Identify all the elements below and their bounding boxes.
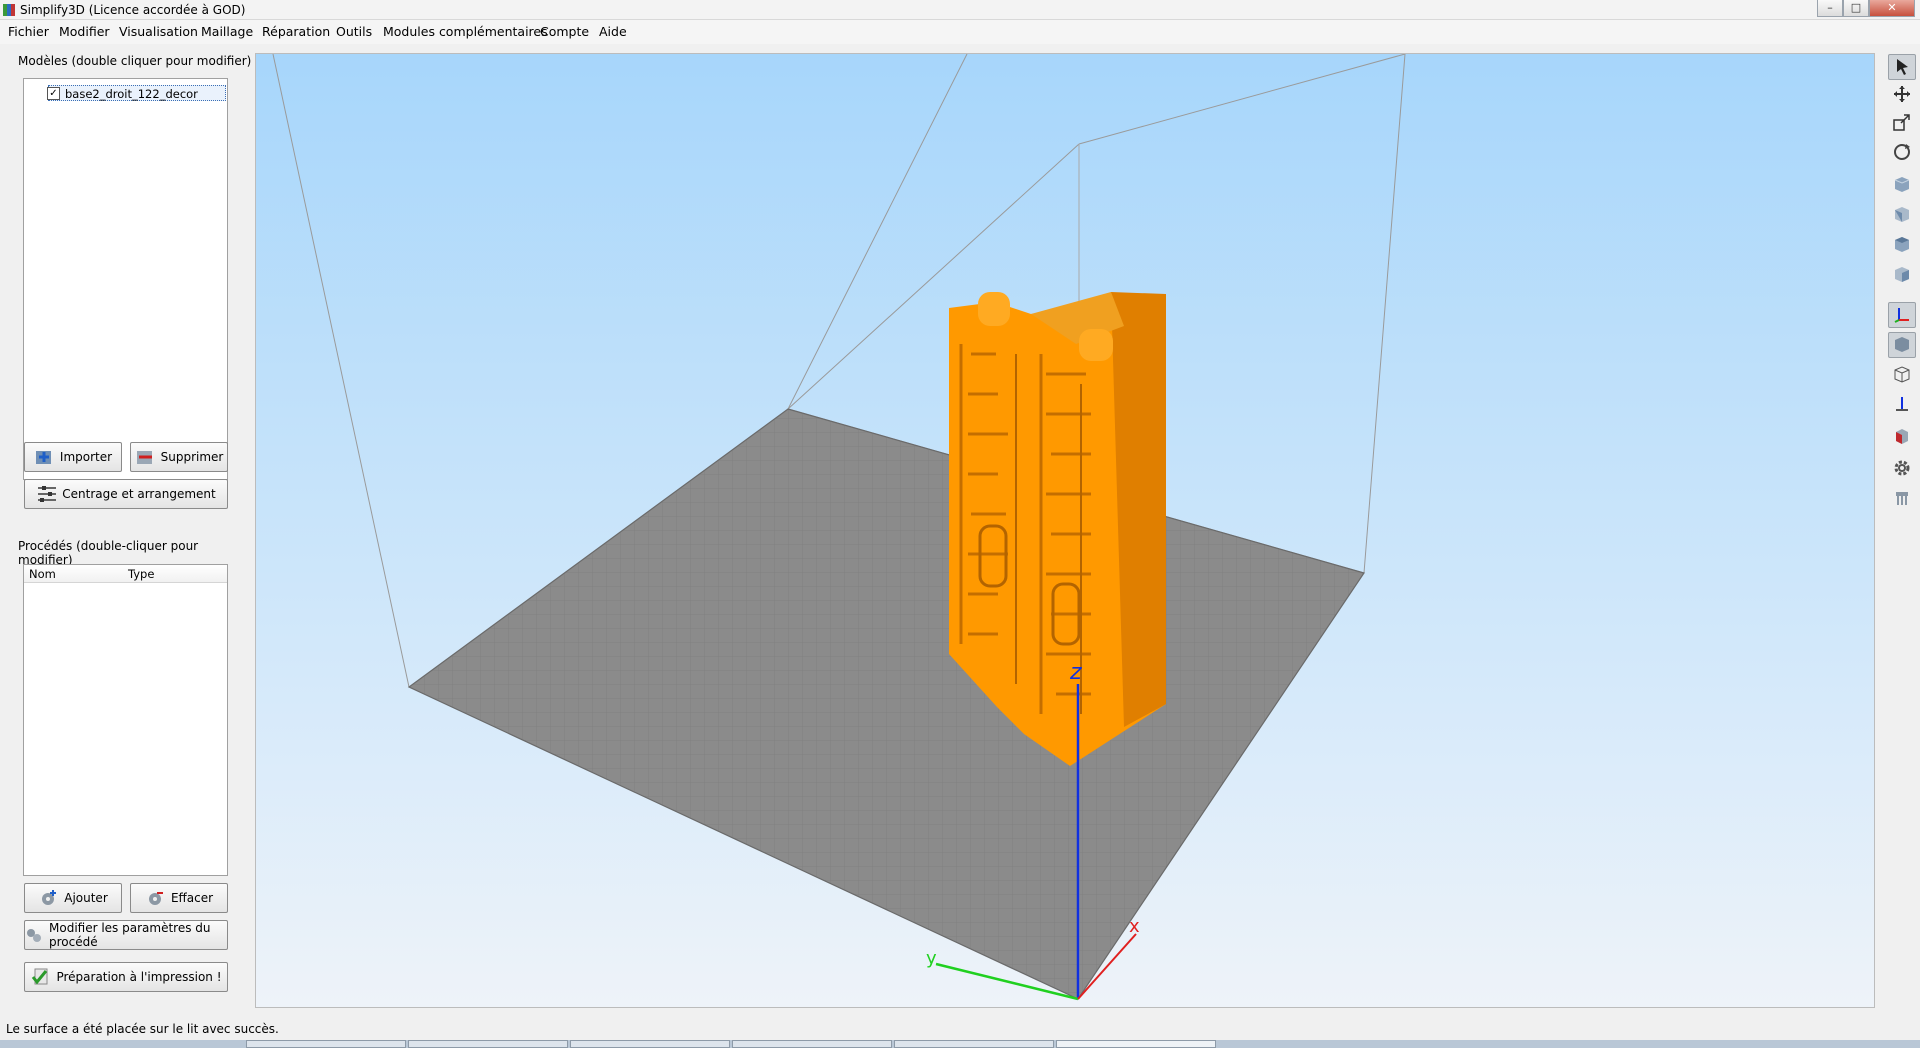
- import-button[interactable]: Importer: [24, 442, 122, 472]
- view-top-button[interactable]: [1888, 232, 1916, 258]
- menu-reparation[interactable]: Réparation: [262, 24, 330, 40]
- delete-label: Supprimer: [160, 450, 224, 464]
- column-type[interactable]: Type: [128, 567, 154, 581]
- edit-process-button[interactable]: Modifier les paramètres du procédé: [24, 920, 228, 950]
- solid-view-icon: [1893, 335, 1911, 356]
- right-toolbar: [1882, 48, 1920, 1008]
- processes-list[interactable]: Nom Type: [23, 564, 228, 876]
- menu-visualisation[interactable]: Visualisation: [119, 24, 198, 40]
- left-panel: Modèles (double cliquer pour modifier) ✓…: [0, 44, 254, 1006]
- move-icon: [1893, 85, 1911, 106]
- taskbar-button[interactable]: [732, 1040, 892, 1048]
- model-item[interactable]: ✓ base2_droit_122_decor: [47, 85, 226, 101]
- taskbar-button[interactable]: [246, 1040, 406, 1048]
- center-arrange-button[interactable]: Centrage et arrangement: [24, 479, 228, 509]
- delete-icon: [135, 447, 155, 467]
- import-label: Importer: [59, 450, 113, 464]
- processes-header: Nom Type: [24, 565, 227, 583]
- menu-modifier[interactable]: Modifier: [59, 24, 110, 40]
- settings-icon: [1892, 458, 1912, 481]
- scale-tool[interactable]: [1888, 110, 1916, 136]
- view-iso-icon: [1893, 175, 1911, 196]
- window-title: Simplify3D (Licence accordée à GOD): [20, 3, 246, 17]
- menu-fichier[interactable]: Fichier: [8, 24, 49, 40]
- menu-aide[interactable]: Aide: [599, 24, 627, 40]
- wireframe-view-toggle[interactable]: [1888, 362, 1916, 388]
- axes-toggle[interactable]: [1888, 302, 1916, 328]
- cross-section-toggle[interactable]: [1888, 424, 1916, 450]
- view-front-button[interactable]: [1888, 202, 1916, 228]
- status-bar: Le surface a été placée sur le lit avec …: [6, 1022, 279, 1036]
- wireframe-view-icon: [1893, 365, 1911, 386]
- erase-process-label: Effacer: [170, 891, 214, 905]
- close-button[interactable]: ✕: [1869, 0, 1915, 17]
- rotate-icon: [1892, 142, 1912, 165]
- arrange-icon: [36, 484, 57, 504]
- view-side-icon: [1893, 265, 1911, 286]
- svg-text:z: z: [1069, 660, 1082, 685]
- rotate-tool[interactable]: [1888, 140, 1916, 166]
- menu-compte[interactable]: Compte: [540, 24, 589, 40]
- import-icon: [34, 447, 54, 467]
- 3d-viewport[interactable]: z x y: [255, 53, 1875, 1008]
- processes-label: Procédés (double-cliquer pour modifier): [18, 539, 199, 567]
- scale-icon: [1893, 113, 1911, 134]
- menu-bar: Fichier Modifier Visualisation Maillage …: [0, 20, 1920, 44]
- add-process-label: Ajouter: [64, 891, 108, 905]
- solid-view-toggle[interactable]: [1888, 332, 1916, 358]
- taskbar: [0, 1040, 1920, 1048]
- center-arrange-label: Centrage et arrangement: [62, 487, 216, 501]
- view-iso-button[interactable]: [1888, 172, 1916, 198]
- delete-button[interactable]: Supprimer: [130, 442, 228, 472]
- axes-icon: [1893, 305, 1911, 326]
- normals-icon: [1893, 395, 1911, 416]
- gear-remove-icon: [145, 888, 165, 908]
- models-list[interactable]: ✓ base2_droit_122_decor: [23, 78, 228, 480]
- settings-button[interactable]: [1888, 456, 1916, 482]
- supports-icon: [1893, 489, 1911, 510]
- model-name: base2_droit_122_decor: [65, 87, 198, 101]
- erase-process-button[interactable]: Effacer: [130, 883, 228, 913]
- svg-text:x: x: [1129, 916, 1140, 937]
- prepare-print-button[interactable]: Préparation à l'impression !: [24, 962, 228, 992]
- taskbar-button[interactable]: [1056, 1040, 1216, 1048]
- menu-modules[interactable]: Modules complémentaires: [383, 24, 548, 40]
- title-bar: Simplify3D (Licence accordée à GOD) – □ …: [0, 0, 1920, 20]
- select-tool[interactable]: [1888, 54, 1916, 80]
- checkmark-icon: [30, 967, 50, 987]
- cross-section-icon: [1893, 427, 1911, 448]
- normals-toggle[interactable]: [1888, 392, 1916, 418]
- edit-process-label: Modifier les paramètres du procédé: [49, 921, 211, 949]
- app-icon: [3, 4, 15, 16]
- add-process-button[interactable]: Ajouter: [24, 883, 122, 913]
- view-top-icon: [1893, 235, 1911, 256]
- prepare-print-label: Préparation à l'impression !: [56, 970, 222, 984]
- menu-maillage[interactable]: Maillage: [201, 24, 253, 40]
- menu-outils[interactable]: Outils: [336, 24, 372, 40]
- column-nom[interactable]: Nom: [29, 567, 56, 581]
- models-label: Modèles (double cliquer pour modifier): [18, 54, 252, 68]
- svg-text:y: y: [926, 948, 937, 969]
- move-tool[interactable]: [1888, 82, 1916, 108]
- taskbar-button[interactable]: [894, 1040, 1054, 1048]
- maximize-button[interactable]: □: [1843, 0, 1869, 17]
- model-checkbox[interactable]: ✓: [47, 87, 60, 100]
- supports-button[interactable]: [1888, 486, 1916, 512]
- gears-icon: [25, 925, 43, 945]
- minimize-button[interactable]: –: [1817, 0, 1843, 17]
- select-icon: [1893, 57, 1911, 78]
- taskbar-button[interactable]: [570, 1040, 730, 1048]
- gear-add-icon: [38, 888, 58, 908]
- view-front-icon: [1893, 205, 1911, 226]
- view-side-button[interactable]: [1888, 262, 1916, 288]
- taskbar-button[interactable]: [408, 1040, 568, 1048]
